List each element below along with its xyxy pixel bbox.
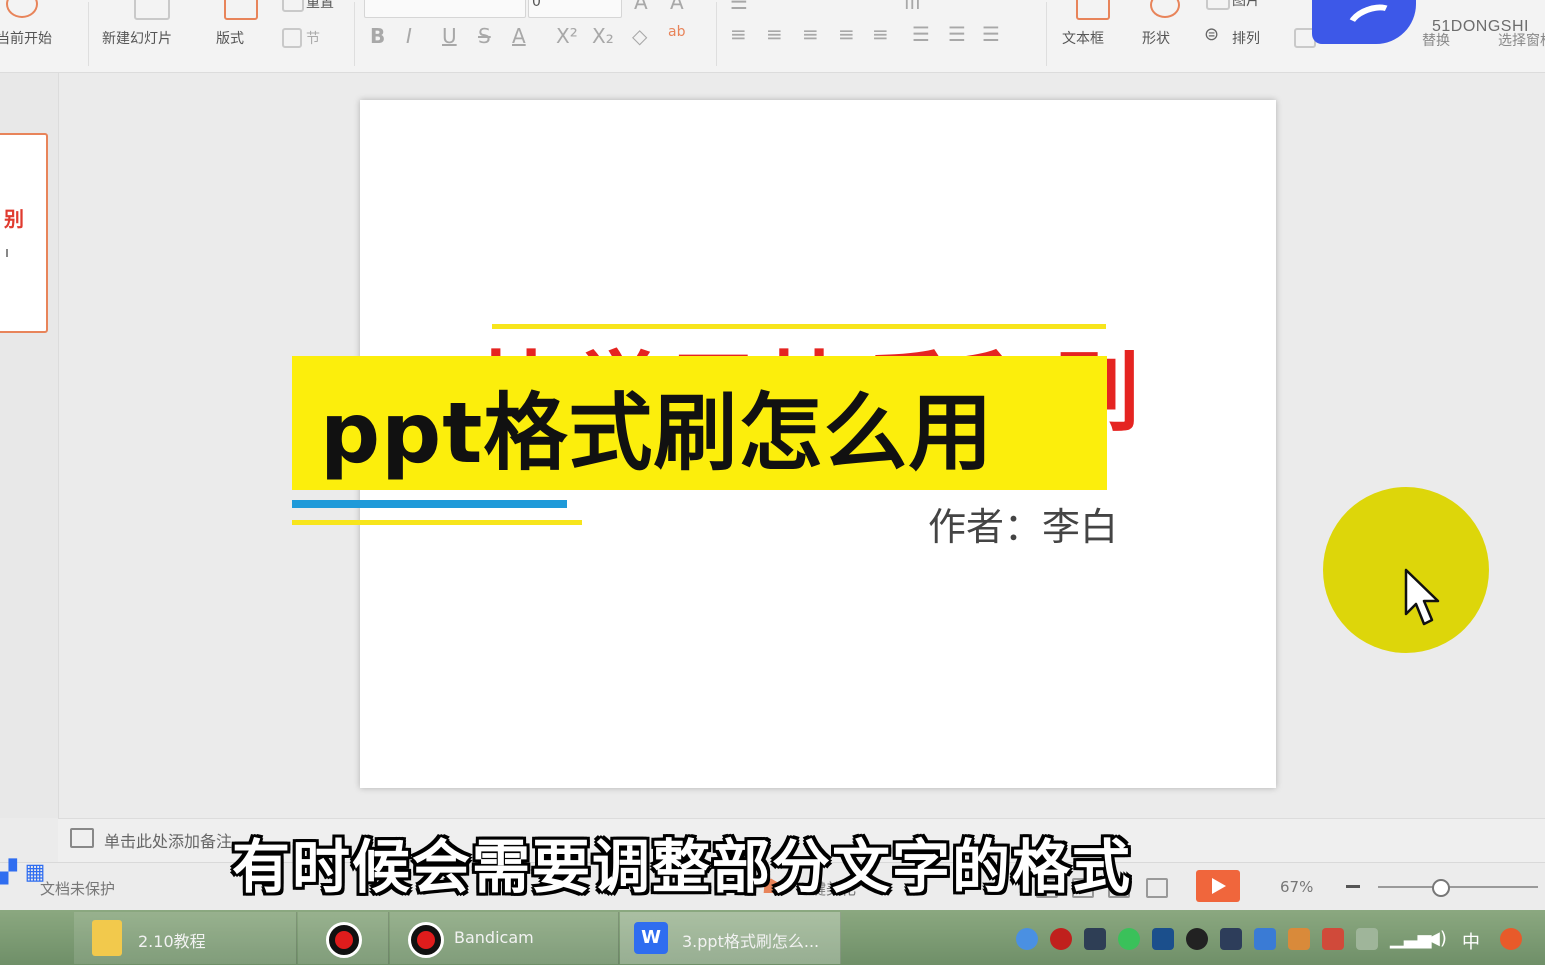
clear-format-icon[interactable]: ◇: [632, 24, 647, 48]
thumbnail-text: 别: [4, 207, 24, 231]
reset-button[interactable]: 重置: [306, 0, 334, 12]
picture-icon[interactable]: [1206, 0, 1230, 10]
taskbar-bandicam-label: Bandicam: [454, 928, 534, 947]
tray-cloud-icon[interactable]: [1254, 928, 1276, 950]
from-current-button[interactable]: 当前开始: [0, 28, 52, 48]
font-family-select[interactable]: [364, 0, 526, 18]
start-icon[interactable]: ▞ ▦: [0, 860, 45, 885]
wps-presentation-icon: W: [634, 922, 668, 954]
shape-button[interactable]: 形状: [1142, 28, 1170, 48]
textbox-button[interactable]: 文本框: [1062, 28, 1104, 48]
bandicam-icon: [408, 922, 444, 958]
arrange-icon[interactable]: ⊜: [1204, 24, 1219, 45]
textbox-icon[interactable]: [1076, 0, 1110, 20]
columns-icon[interactable]: ☰: [730, 0, 748, 14]
shape-icon[interactable]: [1150, 0, 1180, 18]
speaker-icon[interactable]: ◀): [1426, 928, 1447, 949]
superscript-icon[interactable]: X²: [556, 24, 578, 48]
play-slideshow-button[interactable]: [1196, 870, 1240, 902]
font-color-icon[interactable]: A: [512, 24, 526, 48]
qq-icon[interactable]: [1186, 928, 1208, 950]
align-right-icon[interactable]: ≡: [802, 22, 819, 46]
tray-display-icon[interactable]: [1084, 928, 1106, 950]
font-size-select[interactable]: [528, 0, 622, 18]
volume-app-icon[interactable]: [1288, 928, 1310, 950]
line-spacing-icon[interactable]: ☰: [912, 22, 930, 46]
arrange-button[interactable]: 排列: [1232, 28, 1260, 48]
numbering-icon[interactable]: ☰: [982, 22, 1000, 46]
align-left-icon[interactable]: ≡: [730, 22, 747, 46]
wechat-icon[interactable]: [1118, 928, 1140, 950]
notes-icon: [70, 828, 94, 848]
grow-font-icon[interactable]: A: [634, 0, 648, 14]
tray-window-icon[interactable]: [1152, 928, 1174, 950]
ribbon-toolbar: 当前开始 新建幻灯片 版式 重置 节 0 A A B I U S A X² X₂…: [0, 0, 1545, 73]
subscript-icon[interactable]: X₂: [592, 24, 614, 48]
align-center-icon[interactable]: ≡: [766, 22, 783, 46]
picture-button[interactable]: 图片: [1232, 0, 1260, 10]
layout-icon[interactable]: [224, 0, 258, 20]
zoom-level[interactable]: 67%: [1280, 878, 1313, 896]
distribute-icon[interactable]: ≡: [872, 22, 889, 46]
bullets-icon[interactable]: ☰: [948, 22, 966, 46]
flag-icon[interactable]: [1322, 928, 1344, 950]
underline-icon[interactable]: U: [442, 24, 457, 48]
decor-blue-line: [292, 500, 567, 508]
record-icon: [326, 922, 362, 958]
strikethrough-icon[interactable]: S: [478, 24, 491, 48]
slide-thumbnail-panel: 别: [0, 73, 59, 818]
sogou-ime-icon[interactable]: [1500, 928, 1522, 950]
site-logo: [1312, 0, 1416, 44]
taskbar-wps-label: 3.ppt格式刷怎么...: [682, 932, 820, 951]
bold-icon[interactable]: B: [370, 24, 385, 48]
reset-icon[interactable]: [282, 0, 304, 12]
watermark-text: 51DONGSHI: [1432, 18, 1529, 35]
notes-placeholder[interactable]: 单击此处添加备注: [104, 828, 232, 852]
shrink-font-icon[interactable]: A: [670, 0, 684, 14]
tray-app-icon[interactable]: [1016, 928, 1038, 950]
italic-icon[interactable]: I: [406, 24, 412, 48]
zoom-out-icon[interactable]: [1346, 885, 1360, 888]
video-title-overlay: ppt格式刷怎么用: [320, 384, 994, 482]
indent-icon[interactable]: ılı: [904, 0, 921, 14]
presenter-view-icon[interactable]: [1146, 878, 1168, 898]
folder-icon: [92, 920, 122, 956]
slide-thumbnail-1[interactable]: 别: [0, 133, 48, 333]
font-size-value: 0: [532, 0, 541, 10]
taskbar-folder-label: 2.10教程: [138, 932, 206, 951]
decor-yellow-line-bottom: [292, 520, 582, 525]
tray-record-icon[interactable]: [1050, 928, 1072, 950]
new-slide-icon[interactable]: [134, 0, 170, 20]
justify-icon[interactable]: ≡: [838, 22, 855, 46]
video-subtitle: 有时候会需要调整部分文字的格式: [232, 833, 1133, 901]
input-method-indicator[interactable]: 中: [1462, 928, 1480, 954]
phonetic-icon[interactable]: ab: [668, 24, 685, 40]
zoom-slider[interactable]: [1378, 886, 1538, 888]
thumbnail-mark: [6, 249, 8, 257]
mouse-pointer-icon: [1404, 568, 1440, 626]
new-slide-button[interactable]: 新建幻灯片: [102, 28, 172, 48]
usb-icon[interactable]: [1356, 928, 1378, 950]
zoom-slider-handle[interactable]: [1432, 879, 1450, 897]
section-button[interactable]: 节: [306, 28, 320, 48]
tray-network-app-icon[interactable]: [1220, 928, 1242, 950]
decor-yellow-line-top: [492, 324, 1106, 329]
play-from-current-icon[interactable]: [6, 0, 38, 18]
slide-author[interactable]: 作者：李白: [928, 496, 1118, 551]
document-protect-status[interactable]: 文档未保护: [40, 878, 115, 899]
layout-button[interactable]: 版式: [216, 28, 244, 48]
section-icon[interactable]: [282, 28, 302, 48]
